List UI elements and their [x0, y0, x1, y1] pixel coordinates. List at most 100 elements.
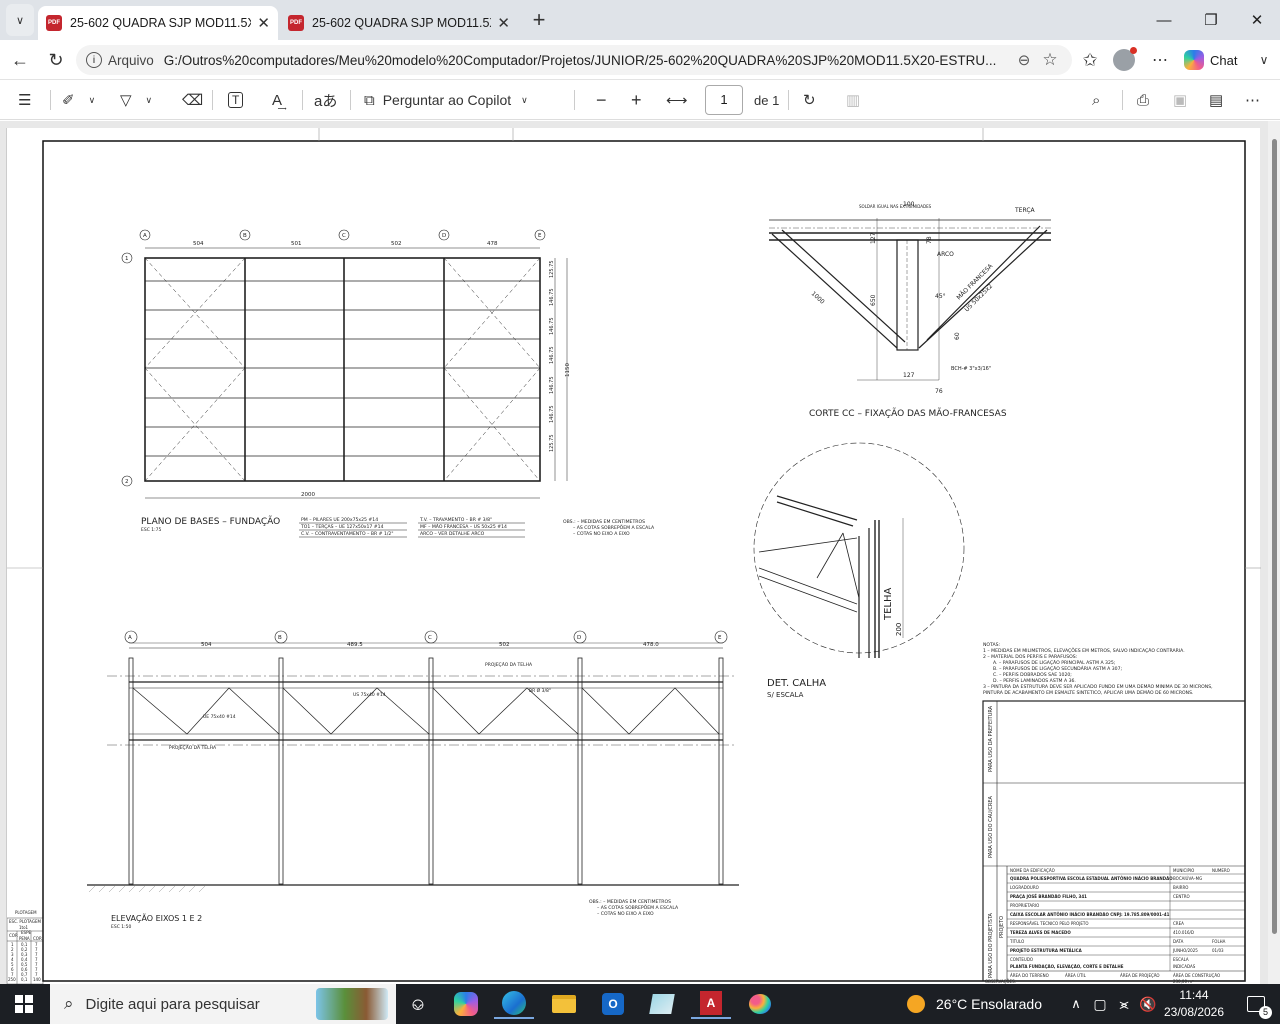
- drawing-annotation: – AS COTAS SOBREPÕEM A ESCALA: [597, 904, 679, 911]
- drawing-annotation: FOLHA: [1212, 939, 1226, 944]
- restore-button[interactable]: ❐: [1188, 0, 1234, 40]
- taskbar-search-box[interactable]: ⌕ Digite aqui para pesquisar: [50, 984, 396, 1024]
- ground-hatch: [88, 884, 207, 893]
- contents-list-icon[interactable]: ☰: [18, 80, 31, 120]
- zoom-out-button[interactable]: −: [596, 80, 607, 120]
- drawing-annotation: NUMERO: [1212, 868, 1230, 873]
- minimize-button[interactable]: —: [1141, 0, 1187, 40]
- drawing-annotation: PROJEÇÃO DA TELHA: [485, 661, 533, 668]
- read-aloud-icon[interactable]: A͢: [272, 80, 282, 120]
- info-icon: i: [86, 52, 102, 68]
- zoom-out-icon[interactable]: ⊖: [1018, 51, 1031, 69]
- task-view-icon[interactable]: ⎉: [398, 989, 438, 1019]
- drawing-annotation: ÁREA DE CONSTRUÇÃO: [1173, 973, 1220, 978]
- file-explorer-icon[interactable]: [544, 989, 584, 1019]
- drawing-annotation: OBS.: – MEDIDAS EM CENTIMETROS: [563, 519, 645, 525]
- drawing-annotation: B: [278, 635, 282, 641]
- start-button[interactable]: [4, 989, 44, 1019]
- copilot-taskbar-icon[interactable]: [446, 989, 486, 1019]
- drawing-annotation: E: [718, 635, 722, 641]
- axis-label: C: [342, 233, 346, 239]
- print-icon[interactable]: ⎙: [1137, 80, 1149, 120]
- close-tab-icon[interactable]: ✕: [257, 14, 270, 32]
- save-icon[interactable]: ▣: [1173, 80, 1187, 120]
- drawing-annotation: 2 – MATERIAL DOS PERFIS E PARAFUSOS:: [983, 654, 1078, 660]
- drawing-annotation: 146.75: [549, 406, 555, 424]
- add-text-icon[interactable]: T: [228, 80, 244, 120]
- technical-drawing: 504 501 502 478 2000 1150 A B C D E 1 2 …: [7, 128, 1261, 984]
- drawing-annotation: ÁREA ÚTIL: [1065, 973, 1087, 978]
- drawing-annotation: 146.75: [549, 377, 555, 395]
- plan-dim-labels: 504 501 502 478 2000 1150 A B C D E 1 2: [125, 233, 571, 498]
- drawing-annotation: PENA: [19, 936, 30, 941]
- translate-icon[interactable]: aあ: [314, 80, 337, 120]
- url-field[interactable]: i Arquivo G:/Outros%20computadores/Meu%2…: [76, 45, 1072, 75]
- autocad-icon[interactable]: A: [691, 989, 731, 1019]
- pdf-file-icon: PDF: [46, 15, 62, 31]
- zoom-in-button[interactable]: +: [631, 80, 642, 120]
- drawing-annotation: US 75x40 #14: [353, 692, 386, 698]
- highlight-icon[interactable]: ✐ ∨: [62, 80, 95, 120]
- drawing-annotation: C. – PERFIS DOBRADOS SAE 1020;: [993, 672, 1072, 678]
- drawing-annotation: ÁREA DE PROJEÇÃO: [1120, 973, 1160, 978]
- search-icon[interactable]: ⌕: [1092, 80, 1100, 120]
- sidebar-toggle-icon[interactable]: ∨: [1248, 44, 1280, 76]
- plot-table: PLOTAGEM ESC. PLOTAGEM 1to1 COR ESPE PEN…: [8, 910, 42, 982]
- drawing-annotation: 125.75: [549, 261, 555, 279]
- chat-label: Chat: [1210, 52, 1238, 68]
- new-tab-button[interactable]: +: [526, 0, 552, 40]
- rotate-icon[interactable]: ↻: [803, 80, 816, 120]
- drawing-annotation: ESC. PLOTAGEM: [9, 919, 41, 924]
- notifications-button[interactable]: 5: [1236, 989, 1276, 1019]
- more-options-icon[interactable]: ⋯: [1245, 80, 1260, 120]
- eraser-icon[interactable]: ⌫: [182, 80, 203, 120]
- tab-active[interactable]: PDF 25-602 QUADRA SJP MOD11.5X20 ✕: [38, 6, 278, 40]
- app-icon[interactable]: [642, 989, 682, 1019]
- more-options-icon[interactable]: ⋯: [1144, 44, 1176, 76]
- close-window-button[interactable]: ✕: [1234, 0, 1280, 40]
- search-icon: ⌕: [64, 994, 74, 1013]
- address-bar: ← ↻ i Arquivo G:/Outros%20computadores/M…: [0, 40, 1280, 80]
- two-page-view-icon[interactable]: ▥: [846, 80, 860, 120]
- refresh-button[interactable]: ↻: [40, 44, 72, 76]
- page-total: de 1: [754, 92, 780, 108]
- plan-dim: 502: [391, 241, 402, 247]
- drawing-annotation: COR: [33, 936, 42, 941]
- scrollbar-thumb[interactable]: [1272, 139, 1277, 934]
- save-as-icon[interactable]: ▤: [1209, 80, 1223, 120]
- copilot-ask-label: Perguntar ao Copilot: [382, 92, 512, 108]
- pdf-viewer[interactable]: 504 501 502 478 2000 1150 A B C D E 1 2 …: [0, 121, 1280, 984]
- draw-icon[interactable]: ▽ ∨: [120, 80, 152, 120]
- drawing-annotation: 45°: [935, 293, 946, 300]
- drawing-annotation: 146.75: [549, 347, 555, 365]
- notification-icon: 5: [1247, 996, 1272, 1019]
- drawing-annotation: 60: [954, 332, 961, 340]
- clock[interactable]: 11:44 23/08/2026: [1160, 987, 1228, 1021]
- drawing-annotation: PROJEÇÃO DA TELHA: [169, 744, 217, 751]
- back-button[interactable]: ←: [4, 44, 36, 76]
- drawing-annotation: INDICADAS: [1173, 964, 1196, 969]
- fit-page-icon[interactable]: ⟷: [666, 80, 688, 120]
- drawing-annotation: TITULO: [1009, 939, 1024, 944]
- weather-sun-icon[interactable]: [896, 989, 936, 1019]
- search-highlight-image: [316, 988, 388, 1020]
- copilot-chat-button[interactable]: Chat: [1184, 46, 1237, 74]
- page-number-input[interactable]: 1: [705, 85, 743, 115]
- drawing-annotation: PROJETO: [999, 916, 1005, 938]
- tab-inactive[interactable]: PDF 25-602 QUADRA SJP MOD11.5X20 ✕: [280, 6, 518, 40]
- plan-right-dims: 125.75 146.75 146.75 146.75 146.75 146.7…: [549, 261, 555, 453]
- tab-actions-menu-button[interactable]: ∨: [6, 4, 34, 36]
- copilot-ask-button[interactable]: ⧉ Perguntar ao Copilot ∨: [364, 80, 528, 120]
- favorite-star-icon[interactable]: ☆: [1042, 50, 1057, 70]
- favorites-icon[interactable]: ✩: [1074, 44, 1106, 76]
- close-tab-icon[interactable]: ✕: [497, 14, 510, 32]
- drawing-annotation: PROPRIETARIO: [1010, 903, 1039, 908]
- vertical-scrollbar[interactable]: [1268, 121, 1280, 984]
- weather-label[interactable]: 26°C Ensolarado: [936, 984, 1042, 1024]
- edge-browser-icon[interactable]: [494, 989, 534, 1019]
- windows-logo-icon: [15, 995, 33, 1013]
- profile-avatar[interactable]: [1108, 44, 1140, 76]
- outlook-icon[interactable]: O: [593, 989, 633, 1019]
- drawing-annotation: 1000: [810, 290, 826, 306]
- paint-icon[interactable]: [740, 989, 780, 1019]
